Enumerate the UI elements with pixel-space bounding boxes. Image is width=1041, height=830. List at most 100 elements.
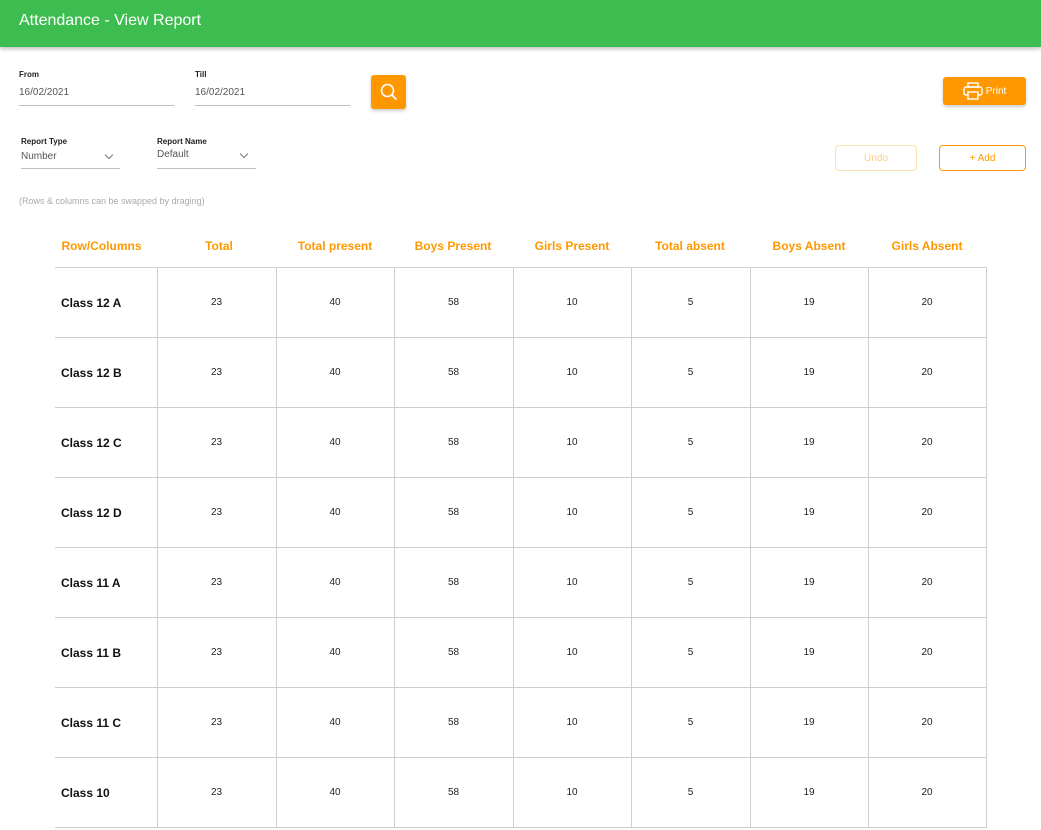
table-row[interactable]: Class 12 D 23 40 58 10 5 19 20 <box>55 477 987 548</box>
table-row[interactable]: Class 11 B 23 40 58 10 5 19 20 <box>55 617 987 688</box>
table-cell: 20 <box>867 407 987 478</box>
column-header[interactable]: Row/Columns <box>48 239 155 253</box>
row-header[interactable]: Class 11 A <box>55 547 158 618</box>
from-label: From <box>19 70 39 79</box>
table-cell: 23 <box>156 337 277 408</box>
table-cell: 58 <box>393 337 514 408</box>
table-cell: 58 <box>393 757 514 828</box>
table-cell: 40 <box>275 757 395 828</box>
table-cell: 10 <box>512 337 632 408</box>
till-date-field[interactable]: 16/02/2021 <box>195 87 245 98</box>
table-cell: 5 <box>630 337 751 408</box>
table-cell: 19 <box>749 547 869 618</box>
column-header[interactable]: Girls Absent <box>868 239 986 253</box>
column-header[interactable]: Boys Present <box>394 239 512 253</box>
table-row[interactable]: Class 11 C 23 40 58 10 5 19 20 <box>55 687 987 758</box>
table-row[interactable]: Class 12 B 23 40 58 10 5 19 20 <box>55 337 987 408</box>
table-cell: 20 <box>867 687 987 758</box>
report-type-label: Report Type <box>21 137 68 146</box>
report-name-select[interactable]: Default <box>157 149 189 160</box>
table-cell: 19 <box>749 617 869 688</box>
table-cell: 10 <box>512 617 632 688</box>
row-header[interactable]: Class 12 D <box>55 477 158 548</box>
table-cell: 20 <box>867 757 987 828</box>
table-cell: 23 <box>156 687 277 758</box>
column-header[interactable]: Total absent <box>631 239 749 253</box>
row-header[interactable]: Class 12 A <box>55 267 158 338</box>
table-cell: 20 <box>867 477 987 548</box>
table-cell: 19 <box>749 477 869 548</box>
table-row[interactable]: Class 11 A 23 40 58 10 5 19 20 <box>55 547 987 618</box>
table-row[interactable]: Class 12 C 23 40 58 10 5 19 20 <box>55 407 987 478</box>
table-cell: 58 <box>393 617 514 688</box>
table-cell: 10 <box>512 547 632 618</box>
column-header[interactable]: Total <box>160 239 278 253</box>
table-cell: 5 <box>630 407 751 478</box>
table-cell: 19 <box>749 687 869 758</box>
table-cell: 40 <box>275 337 395 408</box>
from-underline <box>19 105 174 106</box>
table-cell: 5 <box>630 687 751 758</box>
table-cell: 23 <box>156 477 277 548</box>
table-cell: 40 <box>275 687 395 758</box>
table-cell: 5 <box>630 477 751 548</box>
search-button[interactable] <box>371 75 406 109</box>
table-cell: 23 <box>156 267 277 338</box>
column-header[interactable]: Boys Absent <box>750 239 868 253</box>
swap-hint: (Rows & columns can be swapped by dragin… <box>19 196 205 206</box>
report-name-label: Report Name <box>157 137 207 146</box>
table-cell: 40 <box>275 477 395 548</box>
table-cell: 10 <box>512 757 632 828</box>
table-cell: 10 <box>512 687 632 758</box>
row-header[interactable]: Class 11 B <box>55 617 158 688</box>
undo-button[interactable]: Undo <box>835 145 917 171</box>
table-cell: 19 <box>749 757 869 828</box>
page-title: Attendance - View Report <box>19 12 202 29</box>
printer-icon <box>963 82 983 100</box>
table-cell: 19 <box>749 407 869 478</box>
column-header[interactable]: Girls Present <box>513 239 631 253</box>
print-button-label: Print <box>985 85 1007 97</box>
till-underline <box>195 105 350 106</box>
table-cell: 23 <box>156 407 277 478</box>
table-row[interactable]: Class 10 23 40 58 10 5 19 20 <box>55 757 987 828</box>
report-type-select[interactable]: Number <box>21 151 57 162</box>
table-cell: 10 <box>512 477 632 548</box>
row-header[interactable]: Class 12 B <box>55 337 158 408</box>
report-name-underline <box>157 168 256 169</box>
table-cell: 5 <box>630 757 751 828</box>
table-cell: 58 <box>393 477 514 548</box>
table-cell: 23 <box>156 547 277 618</box>
table-cell: 20 <box>867 617 987 688</box>
column-header[interactable]: Total present <box>276 239 394 253</box>
table-cell: 19 <box>749 267 869 338</box>
table-cell: 58 <box>393 687 514 758</box>
row-header[interactable]: Class 11 C <box>55 687 158 758</box>
report-type-underline <box>21 168 120 169</box>
table-cell: 23 <box>156 757 277 828</box>
table-row[interactable]: Class 12 A 23 40 58 10 5 19 20 <box>55 267 987 338</box>
attendance-table: Class 12 A 23 40 58 10 5 19 20 Class 12 … <box>55 267 987 828</box>
table-cell: 40 <box>275 617 395 688</box>
table-cell: 40 <box>275 547 395 618</box>
table-cell: 40 <box>275 407 395 478</box>
table-cell: 20 <box>867 547 987 618</box>
add-button[interactable]: + Add <box>939 145 1026 171</box>
table-cell: 10 <box>512 267 632 338</box>
app-bar: Attendance - View Report <box>0 0 1041 47</box>
search-icon <box>380 83 397 100</box>
row-header[interactable]: Class 12 C <box>55 407 158 478</box>
table-cell: 5 <box>630 267 751 338</box>
table-cell: 58 <box>393 547 514 618</box>
row-header[interactable]: Class 10 <box>55 757 158 828</box>
print-button[interactable]: Print <box>943 77 1026 105</box>
chevron-down-icon[interactable] <box>239 149 249 159</box>
table-cell: 20 <box>867 337 987 408</box>
table-cell: 58 <box>393 407 514 478</box>
table-cell: 10 <box>512 407 632 478</box>
table-cell: 19 <box>749 337 869 408</box>
table-cell: 40 <box>275 267 395 338</box>
chevron-down-icon[interactable] <box>104 150 114 160</box>
table-cell: 58 <box>393 267 514 338</box>
from-date-field[interactable]: 16/02/2021 <box>19 87 69 98</box>
